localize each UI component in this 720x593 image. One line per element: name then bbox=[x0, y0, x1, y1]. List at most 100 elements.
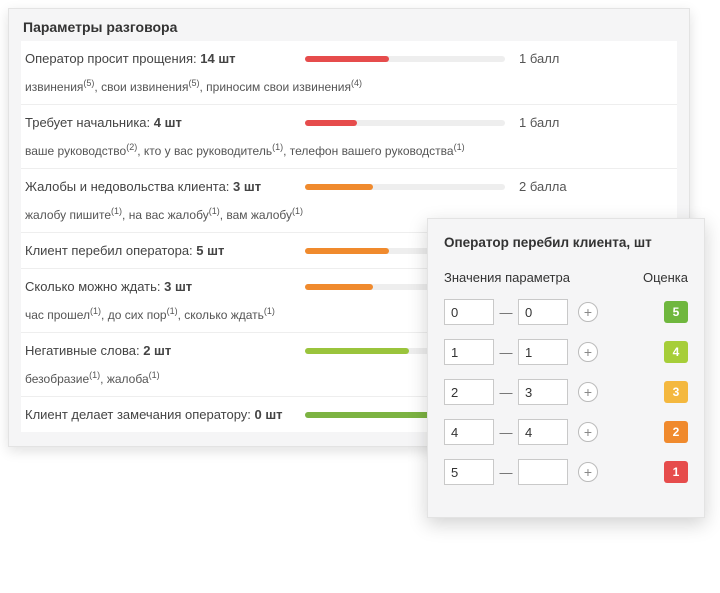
phrase: приносим свои извинения bbox=[206, 80, 351, 94]
phrase: сколько ждать bbox=[184, 308, 264, 322]
phrase: вам жалобу bbox=[226, 208, 292, 222]
param-label: Клиент делает замечания оператору: 0 шт bbox=[25, 407, 305, 422]
param-count: 0 шт bbox=[255, 407, 283, 422]
phrase-count: (4) bbox=[351, 78, 362, 88]
range-dash: — bbox=[494, 305, 518, 320]
param-row-top: Оператор просит прощения: 14 шт 1 балл bbox=[25, 51, 673, 66]
range-to-input[interactable] bbox=[518, 299, 568, 325]
param-count: 3 шт bbox=[164, 279, 192, 294]
add-range-button[interactable]: + bbox=[578, 462, 598, 482]
add-range-button[interactable]: + bbox=[578, 422, 598, 442]
rule-row: — +1 bbox=[444, 459, 688, 485]
param-label: Жалобы и недовольства клиента: 3 шт bbox=[25, 179, 305, 194]
add-range-button[interactable]: + bbox=[578, 342, 598, 362]
param-label: Сколько можно ждать: 3 шт bbox=[25, 279, 305, 294]
rule-row: — +4 bbox=[444, 339, 688, 365]
score-text: 2 балла bbox=[519, 179, 567, 194]
phrase-count: (1) bbox=[90, 306, 101, 316]
phrase-count: (1) bbox=[167, 306, 178, 316]
phrase: на вас жалобу bbox=[129, 208, 209, 222]
add-range-button[interactable]: + bbox=[578, 382, 598, 402]
param-row-top: Жалобы и недовольства клиента: 3 шт 2 бал… bbox=[25, 179, 673, 194]
param-phrases: извинения(5), свои извинения(5), приноси… bbox=[25, 78, 673, 94]
param-label: Клиент перебил оператора: 5 шт bbox=[25, 243, 305, 258]
param-label: Оператор просит прощения: 14 шт bbox=[25, 51, 305, 66]
popup-column-headers: Значения параметра Оценка bbox=[444, 270, 688, 285]
param-label-text: Клиент перебил оператора: bbox=[25, 243, 196, 258]
param-label-text: Жалобы и недовольства клиента: bbox=[25, 179, 233, 194]
popup-title: Оператор перебил клиента, шт bbox=[444, 235, 688, 250]
phrase-count: (1) bbox=[111, 206, 122, 216]
rules-list: — +5 — +4 — +3 — +2 — +1 bbox=[444, 299, 688, 485]
score-badge: 2 bbox=[664, 421, 688, 443]
range-dash: — bbox=[494, 425, 518, 440]
header-values: Значения параметра bbox=[444, 270, 638, 285]
phrase-count: (1) bbox=[272, 142, 283, 152]
param-label-text: Требует начальника: bbox=[25, 115, 154, 130]
score-bar bbox=[305, 120, 505, 126]
score-badge: 4 bbox=[664, 341, 688, 363]
panel-title: Параметры разговора bbox=[9, 9, 689, 41]
range-from-input[interactable] bbox=[444, 339, 494, 365]
phrase-count: (1) bbox=[454, 142, 465, 152]
range-to-input[interactable] bbox=[518, 379, 568, 405]
param-phrases: ваше руководство(2), кто у вас руководит… bbox=[25, 142, 673, 158]
phrase-count: (1) bbox=[209, 206, 220, 216]
phrase: извинения bbox=[25, 80, 83, 94]
rule-row: — +2 bbox=[444, 419, 688, 445]
phrase: час прошел bbox=[25, 308, 90, 322]
phrase-count: (1) bbox=[292, 206, 303, 216]
phrase-count: (2) bbox=[126, 142, 137, 152]
score-badge: 1 bbox=[664, 461, 688, 483]
param-row: Оператор просит прощения: 14 шт 1 балл изв… bbox=[21, 41, 677, 105]
range-from-input[interactable] bbox=[444, 299, 494, 325]
range-to-input[interactable] bbox=[518, 419, 568, 445]
range-dash: — bbox=[494, 385, 518, 400]
param-row-top: Требует начальника: 4 шт 1 балл bbox=[25, 115, 673, 130]
param-count: 5 шт bbox=[196, 243, 224, 258]
score-rules-popup: Оператор перебил клиента, шт Значения па… bbox=[427, 218, 705, 518]
score-bar-fill bbox=[305, 348, 409, 354]
score-bar bbox=[305, 56, 505, 62]
range-dash: — bbox=[494, 465, 518, 480]
range-from-input[interactable] bbox=[444, 379, 494, 405]
param-count: 2 шт bbox=[143, 343, 171, 358]
range-dash: — bbox=[494, 345, 518, 360]
score-bar-fill bbox=[305, 248, 389, 254]
rule-row: — +5 bbox=[444, 299, 688, 325]
add-range-button[interactable]: + bbox=[578, 302, 598, 322]
phrase: свои извинения bbox=[101, 80, 188, 94]
param-label-text: Сколько можно ждать: bbox=[25, 279, 164, 294]
phrase: телефон вашего руководства bbox=[290, 144, 454, 158]
param-count: 4 шт bbox=[154, 115, 182, 130]
range-to-input[interactable] bbox=[518, 459, 568, 485]
phrase: кто у вас руководитель bbox=[144, 144, 272, 158]
range-from-input[interactable] bbox=[444, 419, 494, 445]
range-to-input[interactable] bbox=[518, 339, 568, 365]
score-text: 1 балл bbox=[519, 51, 559, 66]
param-label-text: Оператор просит прощения: bbox=[25, 51, 200, 66]
phrase-count: (1) bbox=[149, 370, 160, 380]
header-score: Оценка bbox=[638, 270, 688, 285]
score-bar-fill bbox=[305, 284, 373, 290]
param-count: 3 шт bbox=[233, 179, 261, 194]
score-bar bbox=[305, 184, 505, 190]
phrase: жалобу пишите bbox=[25, 208, 111, 222]
rule-row: — +3 bbox=[444, 379, 688, 405]
phrase-count: (5) bbox=[188, 78, 199, 88]
phrase: ваше руководство bbox=[25, 144, 126, 158]
param-count: 14 шт bbox=[200, 51, 235, 66]
score-badge: 3 bbox=[664, 381, 688, 403]
score-badge: 5 bbox=[664, 301, 688, 323]
range-from-input[interactable] bbox=[444, 459, 494, 485]
phrase: безобразие bbox=[25, 372, 89, 386]
phrase: жалоба bbox=[107, 372, 149, 386]
score-bar-fill bbox=[305, 184, 373, 190]
score-bar-fill bbox=[305, 120, 357, 126]
param-label-text: Негативные слова: bbox=[25, 343, 143, 358]
param-label: Требует начальника: 4 шт bbox=[25, 115, 305, 130]
param-label-text: Клиент делает замечания оператору: bbox=[25, 407, 255, 422]
phrase-count: (1) bbox=[89, 370, 100, 380]
score-text: 1 балл bbox=[519, 115, 559, 130]
phrase-count: (1) bbox=[264, 306, 275, 316]
